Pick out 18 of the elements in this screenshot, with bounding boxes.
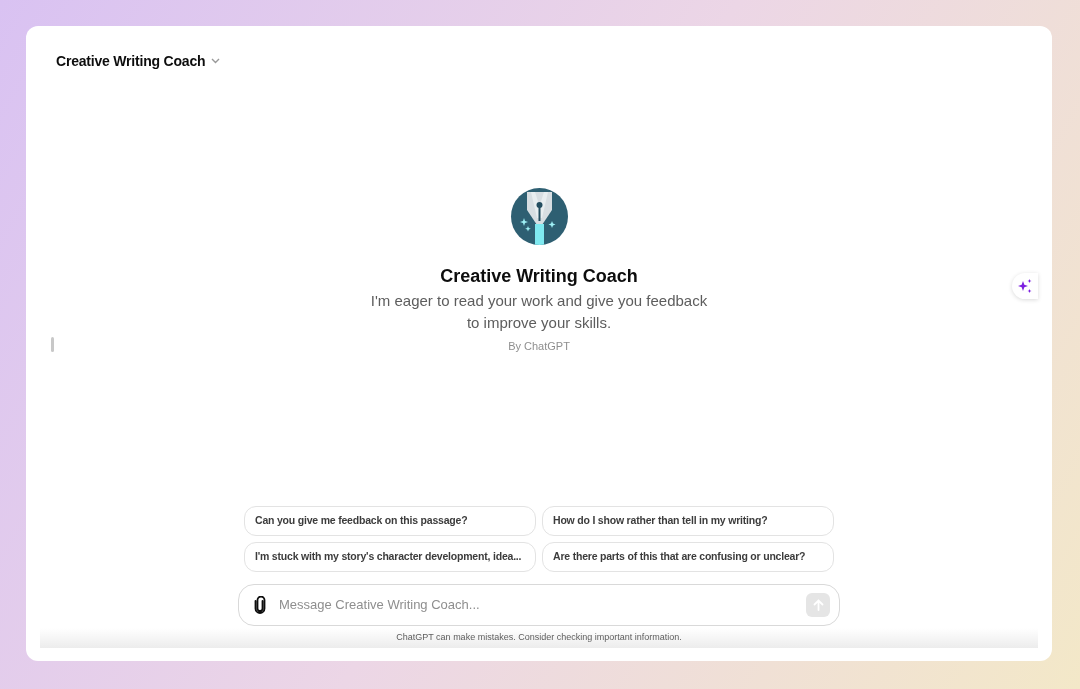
sparkle-icon bbox=[1017, 278, 1033, 294]
arrow-up-icon bbox=[812, 599, 824, 611]
disclaimer-text: ChatGPT can make mistakes. Consider checking important information. bbox=[396, 631, 682, 645]
sidebar-handle[interactable] bbox=[51, 337, 54, 352]
gpt-description: I'm eager to read your work and give you feedback to improve your skills. bbox=[369, 291, 709, 333]
paperclip-icon[interactable] bbox=[253, 596, 267, 614]
pen-nib-logo bbox=[510, 188, 568, 245]
gpt-name: Creative Writing Coach bbox=[440, 265, 638, 288]
suggestion-chip[interactable]: How do I show rather than tell in my writing? bbox=[542, 506, 834, 536]
author-label: By ChatGPT bbox=[508, 339, 570, 354]
model-selector[interactable]: Creative Writing Coach bbox=[56, 50, 221, 72]
suggestion-chip[interactable]: Are there parts of this that are confusing or unclear? bbox=[542, 542, 834, 572]
sparkle-button[interactable] bbox=[1012, 273, 1038, 299]
suggestion-chip[interactable]: I'm stuck with my story's character development, idea... bbox=[244, 542, 536, 572]
chevron-down-icon bbox=[211, 58, 221, 64]
suggestion-chip[interactable]: Can you give me feedback on this passage? bbox=[244, 506, 536, 536]
message-field[interactable]: Message Creative Writing Coach... bbox=[279, 595, 794, 615]
message-composer[interactable]: Message Creative Writing Coach... bbox=[238, 584, 840, 626]
